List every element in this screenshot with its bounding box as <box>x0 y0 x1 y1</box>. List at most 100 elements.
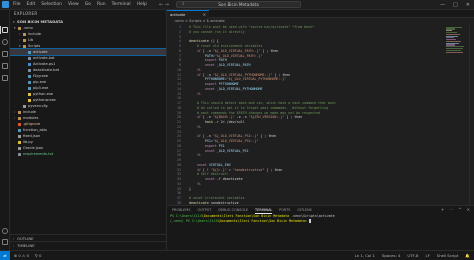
breadcrumb[interactable]: .venv > Scripts > $ activate <box>167 18 474 25</box>
menu-bar: File Edit Selection View Go Run Terminal… <box>12 1 148 9</box>
project-folder-name: SON BICIN METADATA <box>17 19 64 24</box>
code-token: "${BASH:-}" <box>212 115 235 120</box>
tab-ports[interactable]: PORTS <box>279 206 290 214</box>
menu-run[interactable]: Run <box>96 1 107 9</box>
tab-output[interactable]: OUTPUT <box>198 206 212 214</box>
run-debug-icon[interactable] <box>2 63 8 69</box>
code-token: ] ; then <box>260 48 279 53</box>
code-token: _OLD_VIRTUAL_PATH <box>214 63 251 67</box>
tree-item-label: Lib <box>28 38 34 42</box>
command-center-search[interactable]: ⌕ Son Bicin Metadata <box>176 1 301 8</box>
search-view-icon[interactable] <box>2 39 8 45</box>
terminal-command: .venv\Scripts\activate <box>289 214 335 218</box>
tree-item-label: pyvenv.cfg <box>28 104 48 108</box>
more-actions-icon[interactable]: ⋯ <box>449 206 453 214</box>
tree-item-label: fixed.json <box>23 134 41 138</box>
menu-edit[interactable]: Edit <box>26 1 37 9</box>
explorer-icon[interactable] <box>2 27 8 33</box>
tree-item-label: python.exe <box>33 92 54 96</box>
tree-item-label: deactivate.bat <box>33 68 60 72</box>
problems-count[interactable]: ⊗ 0 ⚠ 0 <box>14 251 29 260</box>
tab-debug-console[interactable]: DEBUG CONSOLE <box>218 206 248 214</box>
cursor-position[interactable]: Ln 1, Col 1 <box>355 251 375 260</box>
terminal-path: \Documents\Ileri Fonction\Son Bicin Meta… <box>217 219 305 223</box>
manage-gear-icon[interactable] <box>2 239 8 245</box>
active-view-indicator <box>0 26 1 34</box>
exe-file-icon <box>28 86 31 90</box>
code-token: VIRTUAL_ENV <box>206 162 231 167</box>
indentation[interactable]: Spaces: 4 <box>382 251 400 260</box>
outline-section[interactable]: › OUTLINE <box>10 234 166 241</box>
line-ending[interactable]: LF <box>425 251 429 260</box>
menu-selection[interactable]: Selection <box>40 1 63 9</box>
code-token: _OLD_VIRTUAL_PYTHONHOME <box>214 86 263 91</box>
panel-actions: + ⋯ ^ ✕ <box>441 206 470 214</box>
project-folder-header[interactable]: ▾ SON BICIN METADATA <box>10 18 166 25</box>
menu-file[interactable]: File <box>12 1 22 9</box>
timeline-section[interactable]: › TIMELINE <box>10 241 166 248</box>
editor-scrollbar[interactable] <box>469 25 474 205</box>
tab-problems[interactable]: PROBLEMS <box>172 206 191 214</box>
status-left: ⊗ 0 ⚠ 0 ⚲ 0 <box>14 251 41 260</box>
maximize-button[interactable]: □ <box>453 1 458 9</box>
code-editor[interactable]: 1 # This file must be used with "source b… <box>167 25 474 205</box>
close-window-button[interactable]: ✕ <box>466 1 470 9</box>
account-icon[interactable] <box>2 228 8 234</box>
code-token: # This should detect bash and zsh, which… <box>189 101 336 105</box>
tree-item-label: pip3.exe <box>33 86 49 90</box>
terminal-line[interactable]: (.venv) PS C:\Users\Ci14\Documents\Ileri… <box>167 219 474 224</box>
code-token: export <box>189 82 217 86</box>
minimap[interactable] <box>446 26 466 96</box>
code-token: } <box>189 186 191 191</box>
tree-item-label: activate <box>33 50 48 54</box>
close-icon[interactable]: × <box>203 11 206 18</box>
source-control-icon[interactable] <box>2 51 8 57</box>
python-icon <box>28 92 31 96</box>
tab-terminal[interactable]: TERMINAL <box>255 206 273 214</box>
terminal-prompt: PS C:\Users\Ci14 <box>170 214 202 218</box>
powershell-icon <box>28 62 31 66</box>
code-token: [ -n <box>200 134 213 139</box>
menu-go[interactable]: Go <box>84 1 92 9</box>
notifications-bell-icon[interactable]: 🔔 <box>465 251 470 260</box>
tree-item-label: requirements.txt <box>23 152 54 156</box>
menu-view[interactable]: View <box>67 1 80 9</box>
tree-item-label: include <box>28 32 42 36</box>
code-token: # unset irrelevant variables <box>189 196 245 200</box>
code-token: -f deactivate <box>214 177 243 181</box>
code-token: # Self destruct! <box>189 172 229 177</box>
folder-icon <box>18 110 21 114</box>
terminal-path: \Documents\Ileri Fonction\Son Bicin Meta… <box>201 214 290 218</box>
code-token: unset <box>189 63 215 67</box>
tab-gitlens[interactable]: GITLENS <box>297 206 311 214</box>
ports-count[interactable]: ⚲ 0 <box>35 251 41 260</box>
language-mode[interactable]: Shell Script <box>437 251 458 260</box>
code-token: if <box>189 115 201 120</box>
tree-item-label: lib.py <box>23 140 33 144</box>
bottom-panel: PROBLEMS OUTPUT DEBUG CONSOLE TERMINAL P… <box>167 205 474 250</box>
window-title: Son Bicin Metadata <box>218 2 259 7</box>
tree-file[interactable]: requirements.txt <box>10 151 166 157</box>
tree-item-label: activate.bat <box>33 56 55 60</box>
remote-indicator-icon[interactable]: ⇄ <box>0 251 10 260</box>
code-token: unset <box>189 148 215 153</box>
extensions-icon[interactable] <box>2 75 8 81</box>
editor-group: activate × .venv > Scripts > $ activate … <box>167 10 474 205</box>
close-panel-icon[interactable]: ✕ <box>467 206 470 214</box>
batch-file-icon <box>28 56 31 60</box>
nav-back-forward-icon[interactable]: ← → <box>159 1 169 9</box>
explorer-sidebar: EXPLORER ▾ SON BICIN METADATA ▾ .venv › incl… <box>10 10 167 250</box>
menu-help[interactable]: Help <box>136 1 148 9</box>
maximize-panel-icon[interactable]: ^ <box>458 206 461 214</box>
code-token: # you cannot run it directly <box>189 29 245 34</box>
encoding[interactable]: UTF-8 <box>407 251 418 260</box>
code-token: PYTHONHOME= <box>189 77 227 82</box>
editor-tab-bar: activate × <box>167 10 474 18</box>
code-token: if <box>189 167 201 172</box>
new-terminal-icon[interactable]: + <box>441 206 444 214</box>
code-token: _OLD_VIRTUAL_PS1 <box>214 148 249 153</box>
minimize-button[interactable]: — <box>440 1 445 9</box>
menu-terminal[interactable]: Terminal <box>111 1 132 9</box>
file-tree: ▾ .venv › include › Lib ▾ Scripts activate activa… <box>10 25 166 157</box>
editor-tab-activate[interactable]: activate × <box>167 10 209 18</box>
